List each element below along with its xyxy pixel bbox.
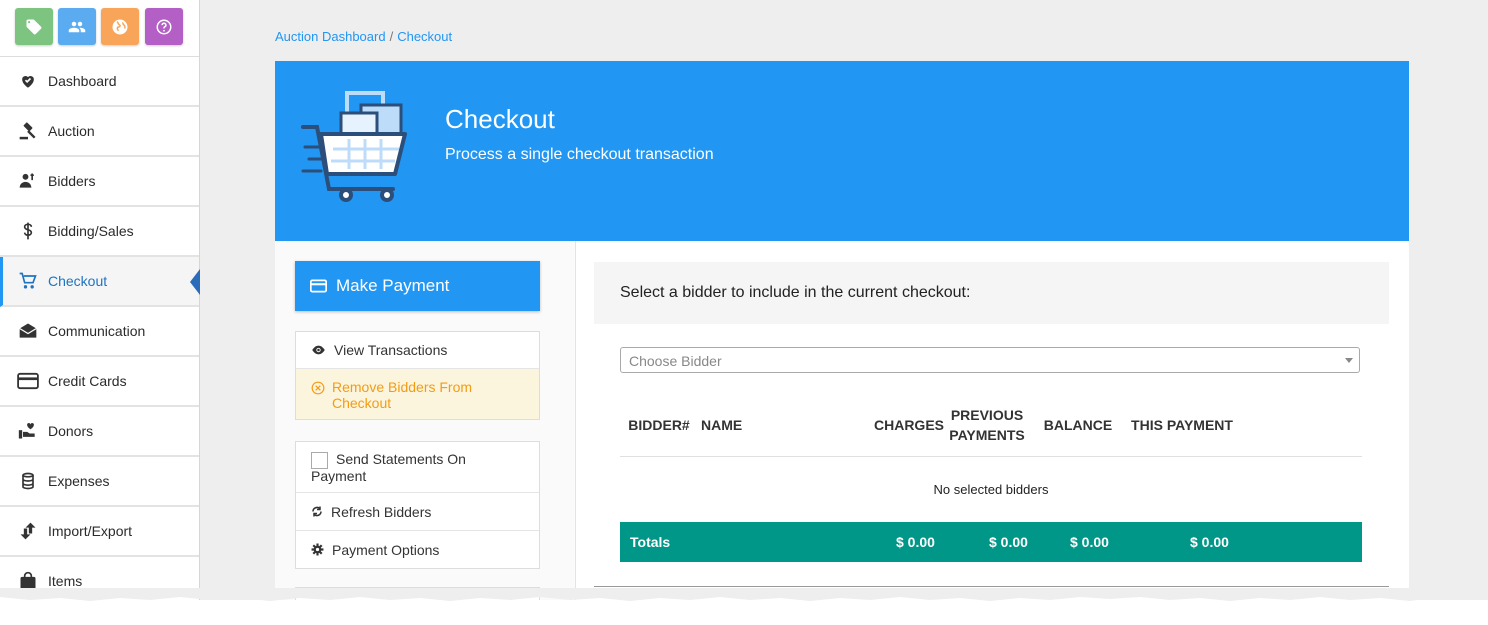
actions-column: Make Payment View Transactions Remove Bi… <box>275 241 576 600</box>
bidder-icon <box>17 170 39 192</box>
totals-balance: $ 0.00 <box>1070 534 1109 550</box>
column-header-charges: CHARGES <box>873 417 944 433</box>
sidebar-item-dashboard[interactable]: Dashboard <box>0 57 199 107</box>
sidebar-item-label: Bidders <box>48 173 96 189</box>
sidebar-item-bidders[interactable]: Bidders <box>0 157 199 207</box>
sidebar-item-label: Items <box>48 573 83 589</box>
remove-circle-icon <box>311 381 325 395</box>
heart-hand-icon <box>17 70 39 92</box>
sidebar-item-donors[interactable]: Donors <box>0 407 199 457</box>
breadcrumb-current-link[interactable]: Checkout <box>397 29 452 44</box>
sidebar-item-label: Credit Cards <box>48 373 127 389</box>
page-title: Checkout <box>445 104 555 134</box>
sidebar-item-label: Donors <box>48 423 94 439</box>
remove-bidders-label: Remove Bidders From Checkout <box>332 379 473 411</box>
totals-previous-payments: $ 0.00 <box>989 534 1028 550</box>
quick-icons-bar <box>0 0 199 57</box>
column-header-bidder-number: BIDDER# <box>628 417 690 433</box>
breadcrumb-parent-link[interactable]: Auction Dashboard <box>275 29 386 44</box>
sidebar-item-label: Import/Export <box>48 523 133 539</box>
help-icon[interactable] <box>145 8 183 45</box>
sidebar-item-bidding-sales[interactable]: Bidding/Sales <box>0 207 199 257</box>
choose-bidder-select[interactable]: Choose Bidder <box>620 347 1360 373</box>
sidebar-item-label: Bidding/Sales <box>48 223 134 239</box>
sidebar-item-label: Dashboard <box>48 73 117 89</box>
import-export-icon <box>17 520 39 542</box>
send-statements-label: Send Statements On Payment <box>311 451 466 484</box>
sidebar-item-label: Checkout <box>48 273 108 289</box>
sidebar-item-communication[interactable]: Communication <box>0 307 199 357</box>
sidebar-item-expenses[interactable]: Expenses <box>0 457 199 507</box>
gear-icon <box>311 543 324 556</box>
gavel-icon <box>17 120 39 142</box>
envelope-icon <box>17 320 39 342</box>
table-header-divider <box>620 456 1362 457</box>
sidebar: Dashboard Auction Bidders Bidding/Sales … <box>0 0 200 600</box>
chevron-down-icon <box>1345 358 1353 363</box>
column-header-this-payment: THIS PAYMENT <box>1131 417 1233 433</box>
people-icon[interactable] <box>58 8 96 45</box>
make-payment-button[interactable]: Make Payment <box>295 261 540 311</box>
column-header-balance: BALANCE <box>1043 417 1113 433</box>
bidder-selection-card: Select a bidder to include in the curren… <box>594 262 1389 587</box>
donor-icon <box>17 420 39 442</box>
breadcrumb: Auction Dashboard / Checkout <box>275 29 452 44</box>
credit-card-icon <box>17 370 39 392</box>
sidebar-item-auction[interactable]: Auction <box>0 107 199 157</box>
choose-bidder-placeholder: Choose Bidder <box>629 353 722 369</box>
empty-table-message: No selected bidders <box>933 482 1049 497</box>
totals-charges: $ 0.00 <box>896 534 935 550</box>
sidebar-item-label: Auction <box>48 123 95 139</box>
view-transactions-link[interactable]: View Transactions <box>296 332 539 369</box>
app-window: Dashboard Auction Bidders Bidding/Sales … <box>0 0 1488 600</box>
tag-icon[interactable] <box>15 8 53 45</box>
refresh-bidders-label: Refresh Bidders <box>331 503 432 520</box>
totals-this-payment: $ 0.00 <box>1190 534 1229 550</box>
payment-options-link[interactable]: Payment Options <box>296 531 539 568</box>
globe-icon[interactable] <box>101 8 139 45</box>
options-card: Send Statements On Payment Refresh Bidde… <box>295 441 540 569</box>
sidebar-item-checkout[interactable]: Checkout <box>0 257 200 307</box>
coins-icon <box>17 470 39 492</box>
sidebar-item-label: Communication <box>48 323 146 339</box>
eye-icon <box>311 344 326 356</box>
dollar-icon <box>17 220 39 242</box>
torn-edge <box>0 588 1488 601</box>
column-header-previous-payments: PREVIOUS PAYMENTS <box>949 407 1025 443</box>
refresh-icon <box>311 505 323 518</box>
bidder-selection-heading: Select a bidder to include in the curren… <box>594 262 1389 324</box>
credit-card-icon <box>310 279 327 293</box>
remove-bidders-link[interactable]: Remove Bidders From Checkout <box>296 369 539 419</box>
totals-label: Totals <box>630 534 671 550</box>
page-header-banner: Checkout Process a single checkout trans… <box>275 61 1409 241</box>
sidebar-item-label: Expenses <box>48 473 110 489</box>
checkout-cart-illustration <box>301 91 407 202</box>
view-transactions-label: View Transactions <box>334 342 448 358</box>
payment-options-label: Payment Options <box>332 541 440 558</box>
send-statements-option[interactable]: Send Statements On Payment <box>296 442 539 493</box>
transactions-card: View Transactions Remove Bidders From Ch… <box>295 331 540 420</box>
make-payment-label: Make Payment <box>336 276 450 295</box>
refresh-bidders-link[interactable]: Refresh Bidders <box>296 493 539 531</box>
checkout-panel: Make Payment View Transactions Remove Bi… <box>275 241 1409 600</box>
send-statements-checkbox[interactable] <box>311 452 328 469</box>
page-subtitle: Process a single checkout transaction <box>445 146 714 163</box>
sidebar-item-import-export[interactable]: Import/Export <box>0 507 199 557</box>
active-indicator <box>190 269 200 295</box>
breadcrumb-separator: / <box>389 29 394 44</box>
cart-icon <box>17 270 39 292</box>
totals-row: Totals $ 0.00 $ 0.00 $ 0.00 $ 0.00 <box>620 522 1362 562</box>
sidebar-item-credit-cards[interactable]: Credit Cards <box>0 357 199 407</box>
column-header-name: NAME <box>701 417 743 433</box>
